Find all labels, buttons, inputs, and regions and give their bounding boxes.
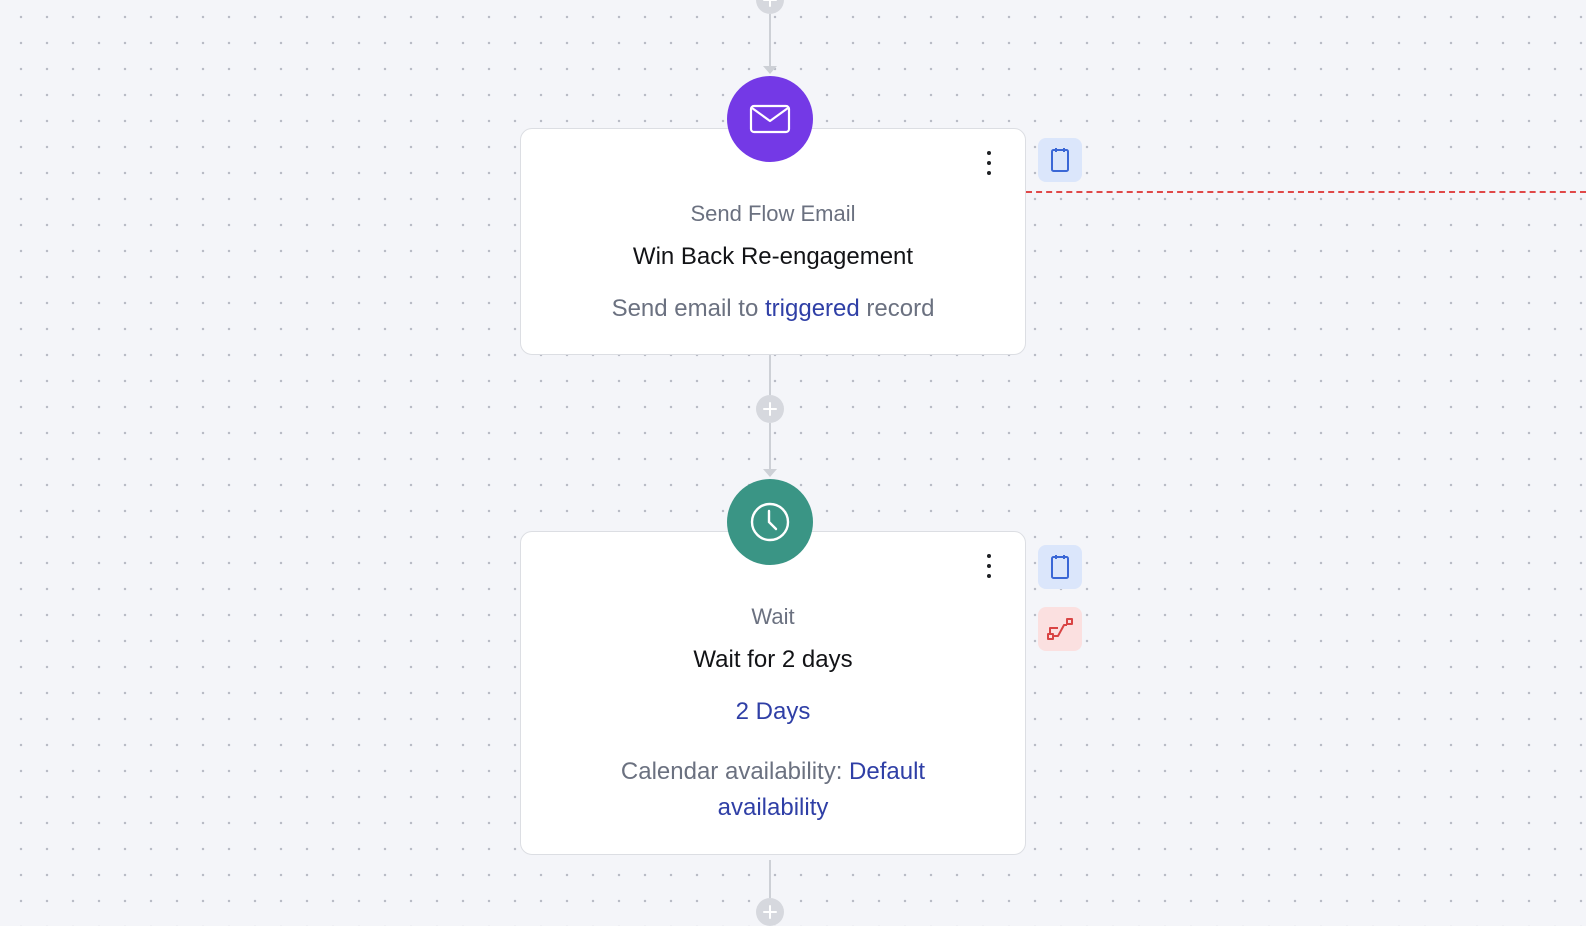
add-step-button-top[interactable] [756,0,784,14]
detail-prefix: Send email to [611,295,759,322]
connector-line [769,355,771,395]
wait-node-notes-button[interactable] [1038,545,1082,589]
node-detail: Send email to triggered record [521,291,1025,327]
connector-arrow [763,66,777,74]
branch-dashed-line [1026,191,1586,193]
wait-node-branch-button[interactable] [1038,607,1082,651]
wait-node-menu-icon[interactable] [983,554,995,578]
send-flow-email-node[interactable]: Send Flow Email Win Back Re-engagement S… [520,128,1026,355]
node-type-label: Send Flow Email [690,201,856,226]
workflow-canvas[interactable]: Send Flow Email Win Back Re-engagement S… [0,0,1586,926]
wait-duration-link[interactable]: 2 Days [521,694,1025,730]
connector-arrow [763,469,777,477]
availability-label: Calendar availability: [620,758,843,785]
envelope-icon[interactable] [727,76,813,162]
email-node-menu-icon[interactable] [983,151,995,175]
connector-line [769,14,771,66]
calendar-availability: Calendar availability: Default availabil… [521,754,1025,826]
node-title: Wait for 2 days [693,646,853,673]
add-step-button-middle[interactable] [756,395,784,423]
wait-node[interactable]: Wait Wait for 2 days 2 Days Calendar ava… [520,531,1026,855]
node-type-label: Wait [751,604,795,629]
connector-line [769,860,771,898]
node-title: Win Back Re-engagement [632,243,914,270]
connector-line [769,423,771,469]
detail-suffix: record [866,295,935,322]
triggered-record-link[interactable]: triggered [765,295,860,322]
default-availability-link-line2[interactable]: availability [718,794,829,821]
clock-icon[interactable] [727,479,813,565]
email-node-notes-button[interactable] [1038,138,1082,182]
default-availability-link[interactable]: Default [849,758,925,785]
